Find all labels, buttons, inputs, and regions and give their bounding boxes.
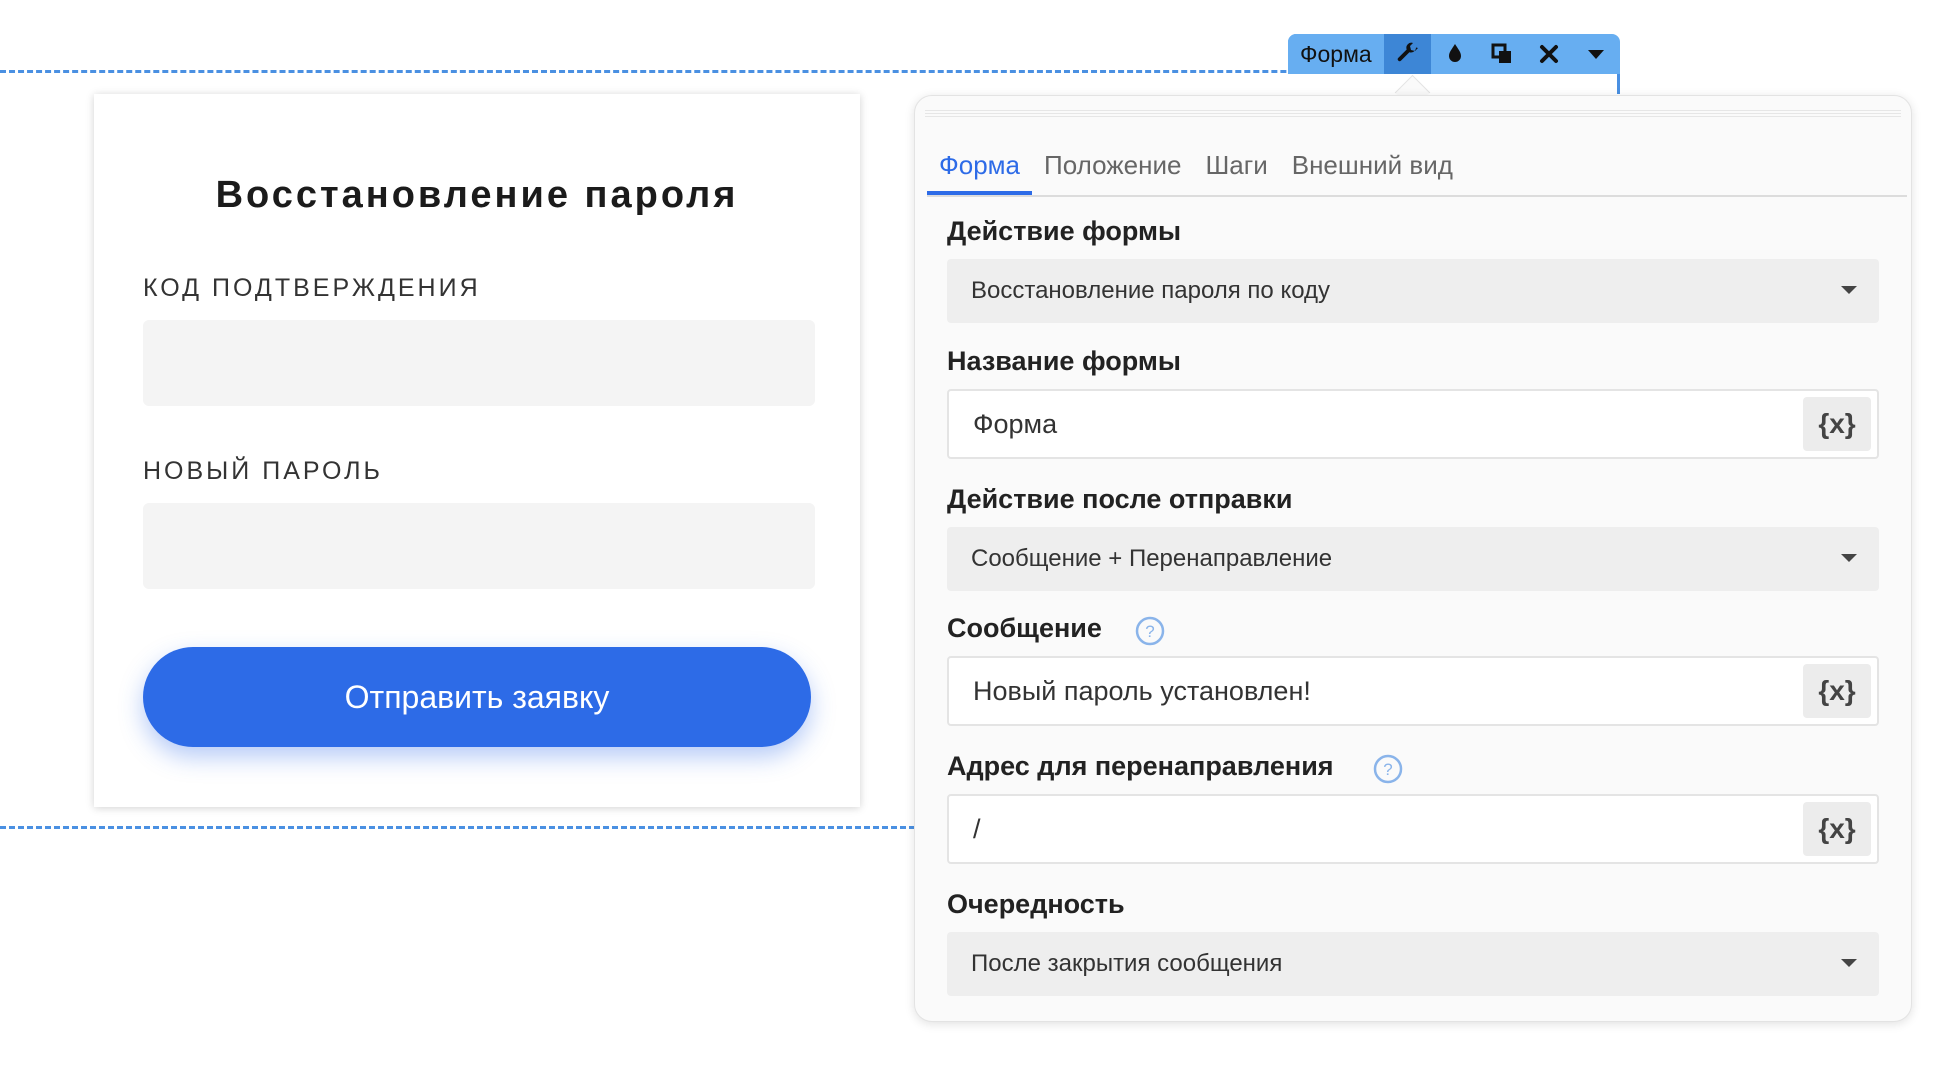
help-icon[interactable]: ? (1135, 616, 1165, 646)
tab-appearance[interactable]: Внешний вид (1280, 140, 1465, 195)
copy-icon (1491, 43, 1511, 63)
after-submit-select[interactable]: Сообщение + Перенаправление (947, 527, 1879, 591)
settings-button[interactable] (1383, 34, 1431, 74)
message-input[interactable]: Новый пароль установлен! {x} (947, 656, 1879, 726)
form-name-input[interactable]: Форма {x} (947, 389, 1879, 459)
element-toolbar: Форма (1288, 34, 1620, 74)
redirect-variable-button[interactable]: {x} (1803, 802, 1871, 856)
password-reset-form: Восстановление пароля КОД ПОДТВЕРЖДЕНИЯ … (94, 94, 860, 807)
form-title: Восстановление пароля (215, 174, 739, 216)
redirect-label: Адрес для перенаправления (947, 751, 1334, 781)
tab-form[interactable]: Форма (927, 140, 1033, 195)
after-submit-value: Сообщение + Перенаправление (971, 545, 1333, 572)
redirect-input[interactable]: / {x} (947, 794, 1879, 864)
message-label: Сообщение (947, 613, 1102, 643)
form-action-label: Действие формы (947, 216, 1182, 246)
close-icon (1540, 45, 1559, 63)
delete-button[interactable] (1525, 34, 1572, 74)
new-password-input[interactable] (143, 503, 815, 589)
form-action-select[interactable]: Восстановление пароля по коду (947, 259, 1879, 323)
code-input[interactable] (143, 320, 815, 406)
form-action-value: Восстановление пароля по коду (971, 277, 1331, 304)
settings-panel: Форма Положение Шаги Внешний вид Действи… (914, 95, 1912, 1022)
style-button[interactable] (1431, 34, 1478, 74)
panel-drag-handle[interactable] (925, 108, 1901, 118)
order-label: Очередность (947, 889, 1125, 919)
redirect-value: / (973, 814, 981, 844)
submit-button[interactable]: Отправить заявку (143, 647, 811, 747)
chevron-down-icon (1841, 554, 1857, 562)
chevron-down-icon (1588, 50, 1605, 59)
order-value: После закрытия сообщения (971, 950, 1283, 977)
message-variable-button[interactable]: {x} (1803, 664, 1871, 718)
selection-outline-bottom (0, 826, 915, 829)
settings-tabs: Форма Положение Шаги Внешний вид (927, 140, 1907, 197)
more-button[interactable] (1573, 34, 1620, 74)
duplicate-button[interactable] (1478, 34, 1525, 74)
form-name-value: Форма (973, 409, 1058, 439)
message-value: Новый пароль установлен! (973, 676, 1311, 706)
order-select[interactable]: После закрытия сообщения (947, 932, 1879, 996)
svg-text:?: ? (1145, 622, 1154, 641)
help-icon[interactable]: ? (1373, 754, 1403, 784)
password-field-label: НОВЫЙ ПАРОЛЬ (143, 457, 383, 485)
toolbar-element-label[interactable]: Форма (1288, 34, 1384, 74)
tab-position[interactable]: Положение (1032, 140, 1193, 195)
chevron-down-icon (1841, 286, 1857, 294)
chevron-down-icon (1841, 959, 1857, 967)
droplet-icon (1448, 44, 1461, 62)
tab-steps[interactable]: Шаги (1193, 140, 1279, 195)
after-submit-label: Действие после отправки (947, 484, 1293, 514)
form-name-variable-button[interactable]: {x} (1803, 397, 1871, 451)
wrench-icon (1398, 42, 1419, 62)
svg-text:?: ? (1383, 760, 1392, 779)
form-name-label: Название формы (947, 346, 1181, 376)
code-field-label: КОД ПОДТВЕРЖДЕНИЯ (143, 274, 481, 302)
